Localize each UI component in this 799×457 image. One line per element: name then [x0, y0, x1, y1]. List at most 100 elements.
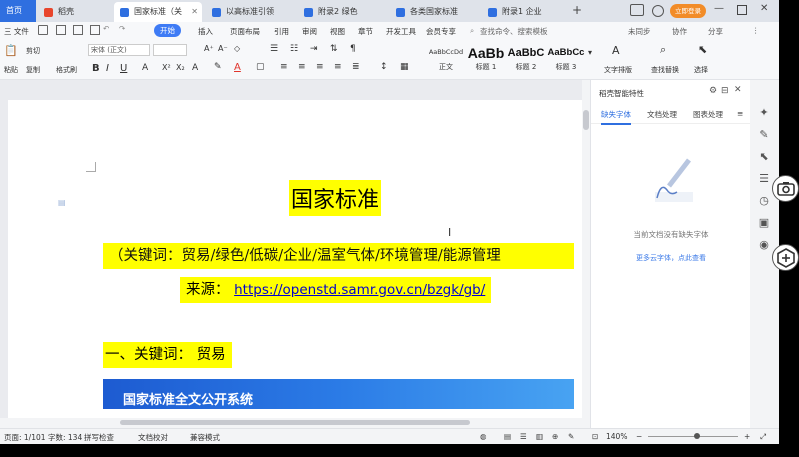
tab-doc-4[interactable]: 各类国家标准: [390, 2, 478, 22]
tab-chapter[interactable]: 章节: [358, 26, 373, 37]
print-icon[interactable]: [73, 25, 83, 35]
text-effect-icon[interactable]: A: [192, 63, 198, 73]
justify-icon[interactable]: ≡: [334, 62, 342, 72]
clear-format-icon[interactable]: ◇: [234, 44, 240, 53]
style-heading-3[interactable]: AaBbCc 标题 3: [547, 42, 585, 76]
unsynced-status[interactable]: 未同步: [628, 26, 651, 37]
tab-national-standard[interactable]: 国家标准（关 ✕: [114, 2, 202, 22]
sliders-icon[interactable]: ☰: [757, 172, 771, 186]
zoom-out-icon[interactable]: −: [636, 432, 642, 441]
format-painter-button[interactable]: 格式刷: [56, 65, 77, 75]
scrollbar-thumb[interactable]: [583, 110, 589, 130]
protect-icon[interactable]: ◍: [480, 432, 487, 441]
font-size-select[interactable]: [153, 44, 187, 56]
find-replace-button[interactable]: 查找替换: [651, 65, 679, 75]
tab-review[interactable]: 审阅: [302, 26, 317, 37]
login-button[interactable]: 立即登录: [670, 4, 706, 18]
new-tab-button[interactable]: +: [572, 3, 582, 17]
tab-insert[interactable]: 插入: [198, 26, 213, 37]
file-menu[interactable]: 三 文件: [4, 26, 29, 37]
pen-icon[interactable]: ✎: [757, 128, 771, 142]
web-view-icon[interactable]: ⊕: [552, 432, 558, 441]
panel-close-icon[interactable]: ✕: [734, 85, 742, 95]
section-heading[interactable]: 一、关键词： 贸易: [103, 342, 232, 368]
fit-page-icon[interactable]: ⊡: [592, 432, 598, 441]
magic-wand-icon[interactable]: ✦: [757, 106, 771, 120]
more-cloud-fonts-link[interactable]: 更多云字体，点此查看: [591, 253, 751, 263]
show-marks-icon[interactable]: ¶: [350, 44, 356, 54]
export-pdf-icon[interactable]: [90, 25, 100, 35]
distributed-icon[interactable]: ≣: [352, 62, 360, 72]
screenshot-camera-button[interactable]: [772, 175, 799, 202]
font-name-select[interactable]: 宋体 (正文): [88, 44, 150, 56]
redo-icon[interactable]: ↷: [119, 24, 125, 33]
word-count[interactable]: 字数: 134: [48, 432, 82, 443]
write-view-icon[interactable]: ✎: [568, 432, 574, 441]
paste-icon[interactable]: 📋: [4, 44, 18, 57]
shrink-font-icon[interactable]: A⁻: [218, 44, 228, 53]
tab-missing-fonts[interactable]: 缺失字体: [601, 109, 631, 125]
document-title[interactable]: 国家标准: [289, 180, 382, 216]
paste-label[interactable]: 粘贴: [4, 65, 18, 75]
panel-menu-icon[interactable]: ≡: [737, 109, 743, 118]
page-indicator[interactable]: 页面: 1/101: [4, 432, 46, 443]
tab-references[interactable]: 引用: [274, 26, 289, 37]
doc-check-button[interactable]: 文档校对: [138, 432, 168, 443]
font-color-icon[interactable]: A: [234, 62, 241, 73]
styles-more-icon[interactable]: ▾: [588, 48, 592, 57]
tab-docer[interactable]: 稻壳: [38, 2, 110, 22]
vertical-scrollbar[interactable]: [582, 80, 590, 428]
tab-page-layout[interactable]: 页面布局: [230, 26, 260, 37]
maximize-icon[interactable]: [737, 5, 747, 15]
bullets-icon[interactable]: ☰: [270, 44, 278, 54]
style-heading-2[interactable]: AaBbC 标题 2: [507, 42, 545, 76]
align-center-icon[interactable]: ≡: [298, 62, 306, 72]
pin-icon[interactable]: ⊟: [721, 86, 729, 96]
tab-doc-2[interactable]: 以高标准引领: [206, 2, 294, 22]
tab-developer[interactable]: 开发工具: [386, 26, 416, 37]
numbering-icon[interactable]: ☷: [290, 44, 298, 54]
sort-icon[interactable]: ⇅: [330, 44, 338, 54]
style-heading-1[interactable]: AaBb 标题 1: [467, 42, 505, 76]
tab-home[interactable]: 首页: [0, 0, 36, 22]
select-icon[interactable]: ⬉: [698, 43, 707, 56]
shading-icon[interactable]: ▦: [400, 62, 409, 72]
image-icon[interactable]: ▣: [757, 216, 771, 230]
scrollbar-thumb[interactable]: [120, 420, 470, 425]
reading-view-icon[interactable]: ▥: [536, 432, 543, 441]
window-layout-icon[interactable]: [630, 4, 644, 16]
horizontal-scrollbar[interactable]: [0, 418, 590, 428]
tab-doc-3[interactable]: 附录2 绿色: [298, 2, 386, 22]
line-spacing-icon[interactable]: ↕: [380, 62, 388, 72]
save-icon[interactable]: [38, 25, 48, 35]
theme-icon[interactable]: [652, 5, 664, 17]
command-search-input[interactable]: 查找命令、搜索模板: [480, 26, 548, 37]
tab-view[interactable]: 视图: [330, 26, 345, 37]
add-floating-button[interactable]: [772, 244, 799, 271]
print-preview-icon[interactable]: [56, 25, 66, 35]
char-border-icon[interactable]: ▢: [256, 62, 265, 72]
cut-button[interactable]: 剪切: [26, 46, 40, 56]
tab-doc-processing[interactable]: 文档处理: [647, 109, 677, 120]
zoom-slider-handle[interactable]: [694, 433, 700, 439]
style-normal[interactable]: AaBbCcDd 正文: [427, 42, 465, 76]
text-layout-icon[interactable]: A: [612, 44, 620, 57]
align-left-icon[interactable]: ≡: [280, 62, 288, 72]
outline-view-icon[interactable]: ☰: [520, 432, 527, 441]
zoom-in-icon[interactable]: +: [744, 432, 750, 441]
tab-chart-processing[interactable]: 图表处理: [693, 109, 723, 120]
spell-check-toggle[interactable]: 拼写检查: [84, 432, 114, 443]
collaborate-button[interactable]: 协作: [672, 26, 687, 37]
strikethrough-icon[interactable]: A: [142, 63, 148, 73]
tab-member[interactable]: 会员专享: [426, 26, 456, 37]
tab-home-ribbon[interactable]: 开始: [154, 24, 181, 37]
keywords-line[interactable]: （关键词：贸易/绿色/低碳/企业/温室气体/环境管理/能源管理: [103, 243, 574, 269]
zoom-level[interactable]: 140%: [606, 432, 627, 441]
more-icon[interactable]: ⋮: [752, 26, 760, 35]
underline-icon[interactable]: U: [120, 63, 127, 74]
zoom-slider[interactable]: [648, 436, 738, 437]
page-view-icon[interactable]: ▤: [504, 432, 511, 441]
source-line[interactable]: 来源： https://openstd.samr.gov.cn/bzgk/gb/: [180, 277, 492, 303]
bold-icon[interactable]: B: [92, 63, 100, 74]
location-icon[interactable]: ◉: [757, 238, 771, 252]
